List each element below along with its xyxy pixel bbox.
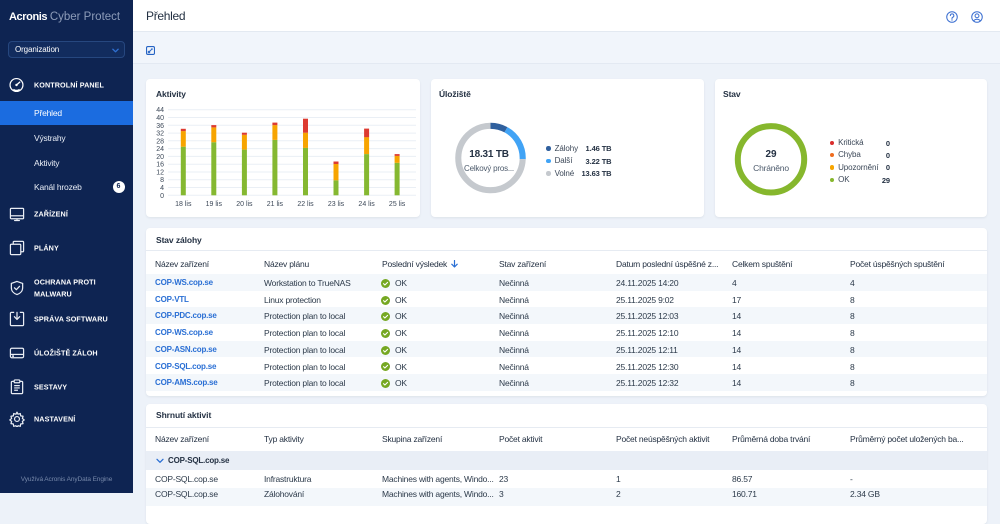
svg-text:18 lis: 18 lis: [175, 201, 192, 208]
svg-text:22 lis: 22 lis: [297, 201, 314, 208]
svg-text:20: 20: [156, 154, 164, 161]
svg-text:28: 28: [156, 138, 164, 145]
svg-text:19 lis: 19 lis: [206, 201, 223, 208]
svg-text:24 lis: 24 lis: [358, 201, 375, 208]
svg-text:32: 32: [156, 131, 164, 138]
svg-text:0: 0: [160, 193, 164, 200]
svg-text:44: 44: [156, 107, 164, 114]
svg-text:12: 12: [156, 170, 164, 177]
svg-text:16: 16: [156, 162, 164, 169]
svg-text:25 lis: 25 lis: [389, 201, 406, 208]
svg-text:8: 8: [160, 177, 164, 184]
svg-text:24: 24: [156, 146, 164, 153]
svg-text:23 lis: 23 lis: [328, 201, 345, 208]
svg-text:4: 4: [160, 185, 164, 192]
svg-text:20 lis: 20 lis: [236, 201, 253, 208]
svg-text:40: 40: [156, 115, 164, 122]
svg-text:21 lis: 21 lis: [267, 201, 284, 208]
svg-text:36: 36: [156, 123, 164, 130]
